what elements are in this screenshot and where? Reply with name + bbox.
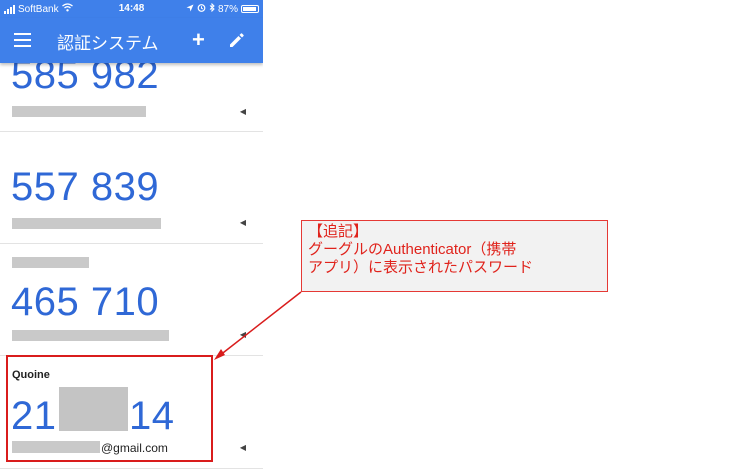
alarm-icon <box>197 3 206 15</box>
list-item[interactable]: 557 839 ◀ <box>0 132 263 244</box>
hamburger-menu-icon[interactable] <box>14 33 31 47</box>
countdown-indicator-icon: ◀ <box>239 107 246 116</box>
plus-icon[interactable]: + <box>192 29 205 51</box>
annotation-callout: 【追記】 グーグルのAuthenticator（携帯 アプリ）に表示されたパスワ… <box>301 220 608 292</box>
callout-line-1: 【追記】 <box>308 223 369 240</box>
app-bar: 認証システム + <box>0 18 263 63</box>
battery-icon <box>241 5 259 13</box>
callout-line-3: アプリ）に表示されたパスワード <box>308 259 534 276</box>
verification-code: 557 839 <box>11 165 160 209</box>
redacted-account-name <box>12 330 169 341</box>
redacted-issuer-name <box>12 257 89 268</box>
location-arrow-icon <box>186 4 194 15</box>
battery-percent: 87% <box>217 3 238 15</box>
redacted-account-name <box>12 106 146 117</box>
countdown-indicator-icon: ◀ <box>239 443 246 452</box>
verification-code: 465 710 <box>11 280 160 324</box>
pencil-icon[interactable] <box>228 31 248 51</box>
countdown-indicator-icon: ◀ <box>239 218 246 227</box>
countdown-indicator-icon: ◀ <box>239 330 246 339</box>
highlight-box <box>6 355 213 462</box>
bluetooth-icon <box>209 2 215 15</box>
list-item[interactable]: 465 710 ◀ <box>0 244 263 356</box>
status-right: 87% <box>186 2 259 15</box>
callout-line-2: グーグルのAuthenticator（携帯 <box>308 241 517 258</box>
status-bar: SoftBank 14:48 87% <box>0 0 263 18</box>
redacted-account-name <box>12 218 161 229</box>
app-title: 認証システム <box>57 34 159 53</box>
